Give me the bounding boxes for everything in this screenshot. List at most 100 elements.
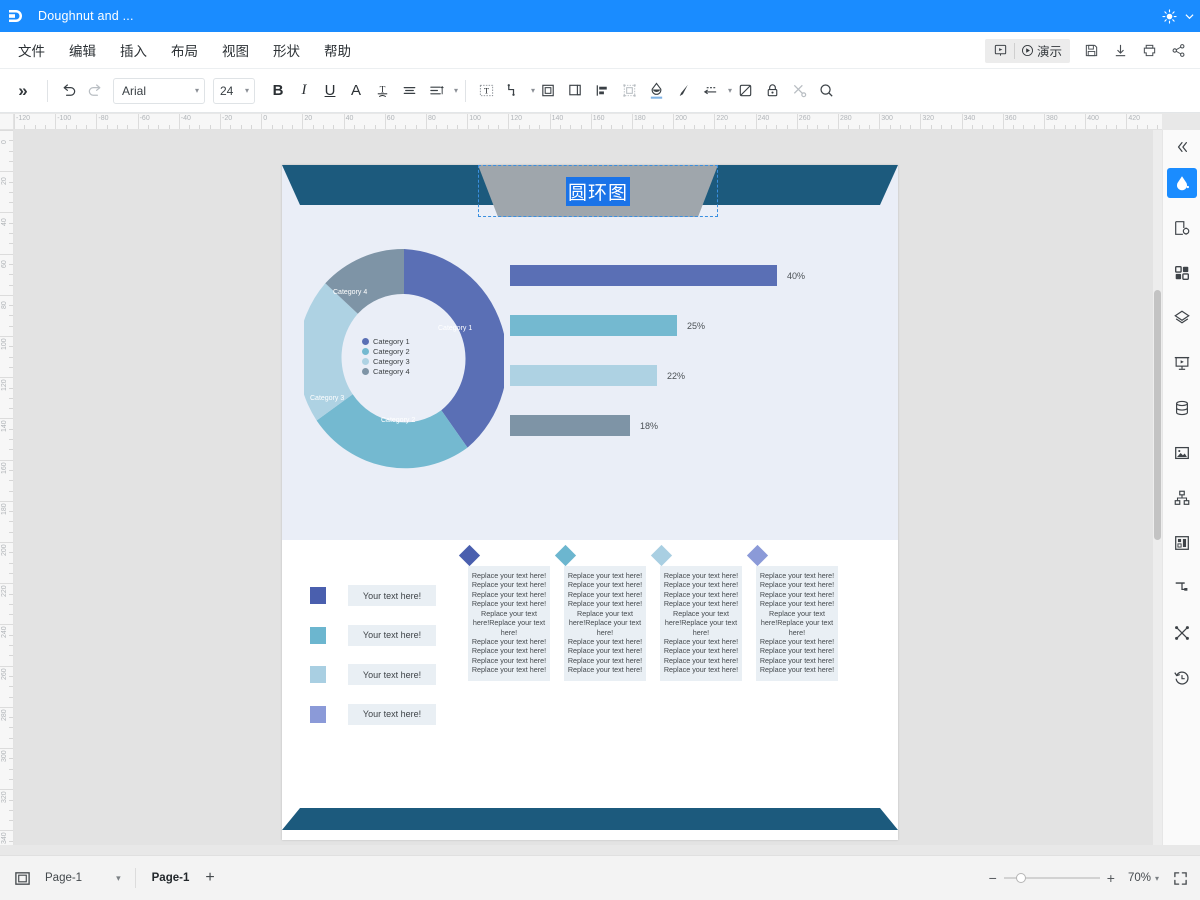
menu-edit[interactable]: 编辑	[57, 36, 108, 64]
canvas-area[interactable]: 圆环图 Category 1 Category 2 Category 3 Cat…	[14, 130, 1162, 845]
canvas-vertical-scrollbar[interactable]	[1153, 130, 1162, 845]
ruler-tick	[0, 706, 13, 708]
duplicate-icon[interactable]	[562, 77, 589, 104]
text-column[interactable]: Replace your text here! Replace your text…	[554, 544, 646, 681]
undo-icon[interactable]	[55, 77, 82, 104]
bar-chart[interactable]: 40% 25% 22% 18%	[510, 265, 870, 465]
bar-row[interactable]: 18%	[510, 415, 870, 436]
italic-button[interactable]: I	[291, 78, 317, 104]
slide-icon[interactable]	[987, 43, 1014, 58]
underline-button[interactable]: U	[317, 78, 343, 104]
align-objects-icon[interactable]	[589, 77, 616, 104]
bar-row[interactable]: 25%	[510, 315, 870, 336]
legend-row[interactable]: Your text here!	[310, 664, 436, 685]
download-icon[interactable]	[1107, 43, 1134, 58]
text-box-icon[interactable]: T	[473, 77, 500, 104]
share-icon[interactable]	[1165, 43, 1192, 58]
chevron-down-icon[interactable]	[1185, 12, 1194, 21]
text-column[interactable]: Replace your text here! Replace your text…	[746, 544, 838, 681]
slide-title[interactable]: 圆环图	[478, 165, 718, 217]
connector-icon[interactable]	[500, 77, 527, 104]
text-column[interactable]: Replace your text here! Replace your text…	[458, 544, 550, 681]
sun-icon[interactable]	[1162, 8, 1177, 24]
fullscreen-icon[interactable]	[1173, 871, 1188, 886]
slide-page[interactable]: 圆环图 Category 1 Category 2 Category 3 Cat…	[282, 165, 898, 840]
text-column-body[interactable]: Replace your text here! Replace your text…	[756, 566, 838, 681]
expand-toolbar-button[interactable]: »	[6, 81, 40, 101]
no-fill-icon[interactable]	[732, 77, 759, 104]
sidebar-image[interactable]	[1167, 438, 1197, 468]
legend-text-box[interactable]: Your text here!	[348, 703, 436, 725]
font-size-select[interactable]: 24 ▾	[213, 77, 255, 104]
sidebar-data[interactable]	[1167, 393, 1197, 423]
sidebar-scatter[interactable]	[1167, 618, 1197, 648]
sidebar-presentation[interactable]	[1167, 348, 1197, 378]
sidebar-theme[interactable]	[1167, 528, 1197, 558]
line-spacing-icon[interactable]	[423, 77, 450, 104]
text-column-body[interactable]: Replace your text here! Replace your text…	[660, 566, 742, 681]
zoom-slider[interactable]	[1003, 873, 1100, 883]
horizontal-ruler[interactable]: -120 -100 -80 -60 -40 -20 0 20 40 60 80 100 120 140 16…	[14, 114, 1162, 130]
page-selector[interactable]: Page-1 ▾	[45, 872, 121, 884]
brush-icon[interactable]	[670, 77, 697, 104]
zoom-icon[interactable]	[813, 77, 840, 104]
legend-text-box[interactable]: Your text here!	[348, 624, 436, 646]
sidebar-layers[interactable]	[1167, 303, 1197, 333]
zoom-in-button[interactable]: +	[1100, 870, 1122, 886]
menu-help[interactable]: 帮助	[312, 36, 363, 64]
page-view-icon[interactable]	[14, 870, 31, 887]
print-icon[interactable]	[1136, 43, 1163, 58]
sidebar-page-setup[interactable]	[1167, 213, 1197, 243]
sidebar-org-chart[interactable]	[1167, 483, 1197, 513]
sidebar-fill-style[interactable]	[1166, 168, 1197, 198]
lock-icon[interactable]	[759, 77, 786, 104]
align-icon[interactable]	[396, 77, 423, 104]
bar-row[interactable]: 40%	[510, 265, 870, 286]
text-line: Replace your text here!	[759, 571, 835, 580]
text-column[interactable]: Replace your text here! Replace your text…	[650, 544, 742, 681]
present-button[interactable]: 演示	[1015, 40, 1068, 62]
font-family-select[interactable]: Arial ▾	[113, 77, 205, 104]
legend-text-box[interactable]: Your text here!	[348, 664, 436, 685]
fill-color-icon[interactable]	[643, 77, 670, 104]
legend-row[interactable]: Your text here!	[310, 585, 436, 606]
redo-icon[interactable]	[82, 77, 109, 104]
sidebar-history[interactable]	[1167, 663, 1197, 693]
zoom-slider-knob[interactable]	[1015, 873, 1026, 883]
chevron-down-icon[interactable]: ▾	[454, 86, 458, 95]
legend-row[interactable]: Your text here!	[310, 703, 436, 725]
ruler-minor-tick	[364, 125, 366, 129]
chevron-left-double-icon[interactable]	[1167, 136, 1197, 158]
legend-swatch	[310, 587, 326, 604]
bold-button[interactable]: B	[265, 78, 291, 104]
menu-insert[interactable]: 插入	[108, 36, 159, 64]
vertical-ruler[interactable]: 0 20 40 60 80 100 120 140 160 180 200 220 240 260 280 3…	[0, 130, 14, 845]
text-column-body[interactable]: Replace your text here! Replace your text…	[564, 566, 646, 681]
font-color-button[interactable]: A	[343, 78, 369, 104]
menu-file[interactable]: 文件	[6, 36, 57, 64]
legend-row[interactable]: Your text here!	[310, 624, 436, 646]
menu-view[interactable]: 视图	[210, 36, 261, 64]
zoom-out-button[interactable]: −	[982, 870, 1004, 886]
save-icon[interactable]	[1078, 43, 1105, 58]
bar-row[interactable]: 22%	[510, 365, 870, 386]
donut-chart[interactable]: Category 1 Category 2 Category 3 Categor…	[297, 245, 508, 470]
menu-layout[interactable]: 布局	[159, 36, 210, 64]
sidebar-shapes[interactable]	[1167, 258, 1197, 288]
menu-shape[interactable]: 形状	[261, 36, 312, 64]
text-column-body[interactable]: Replace your text here! Replace your text…	[468, 566, 550, 681]
group-icon[interactable]	[535, 77, 562, 104]
add-page-button[interactable]: +	[205, 869, 214, 887]
sidebar-connector[interactable]	[1167, 573, 1197, 603]
banner-left-shape[interactable]	[282, 165, 502, 205]
legend-text-box[interactable]: Your text here!	[348, 585, 436, 606]
zoom-level-value[interactable]: 70%	[1128, 872, 1151, 884]
text-strikethrough-icon[interactable]: T	[369, 77, 396, 104]
page-tab-active[interactable]: Page-1	[152, 872, 190, 884]
select-area-icon[interactable]	[616, 77, 643, 104]
tools-icon[interactable]	[786, 77, 813, 104]
scrollbar-thumb[interactable]	[1154, 290, 1161, 540]
bottom-banner-shape[interactable]	[282, 808, 898, 830]
line-style-icon[interactable]	[697, 77, 724, 104]
chevron-down-icon[interactable]: ▾	[1155, 874, 1159, 883]
